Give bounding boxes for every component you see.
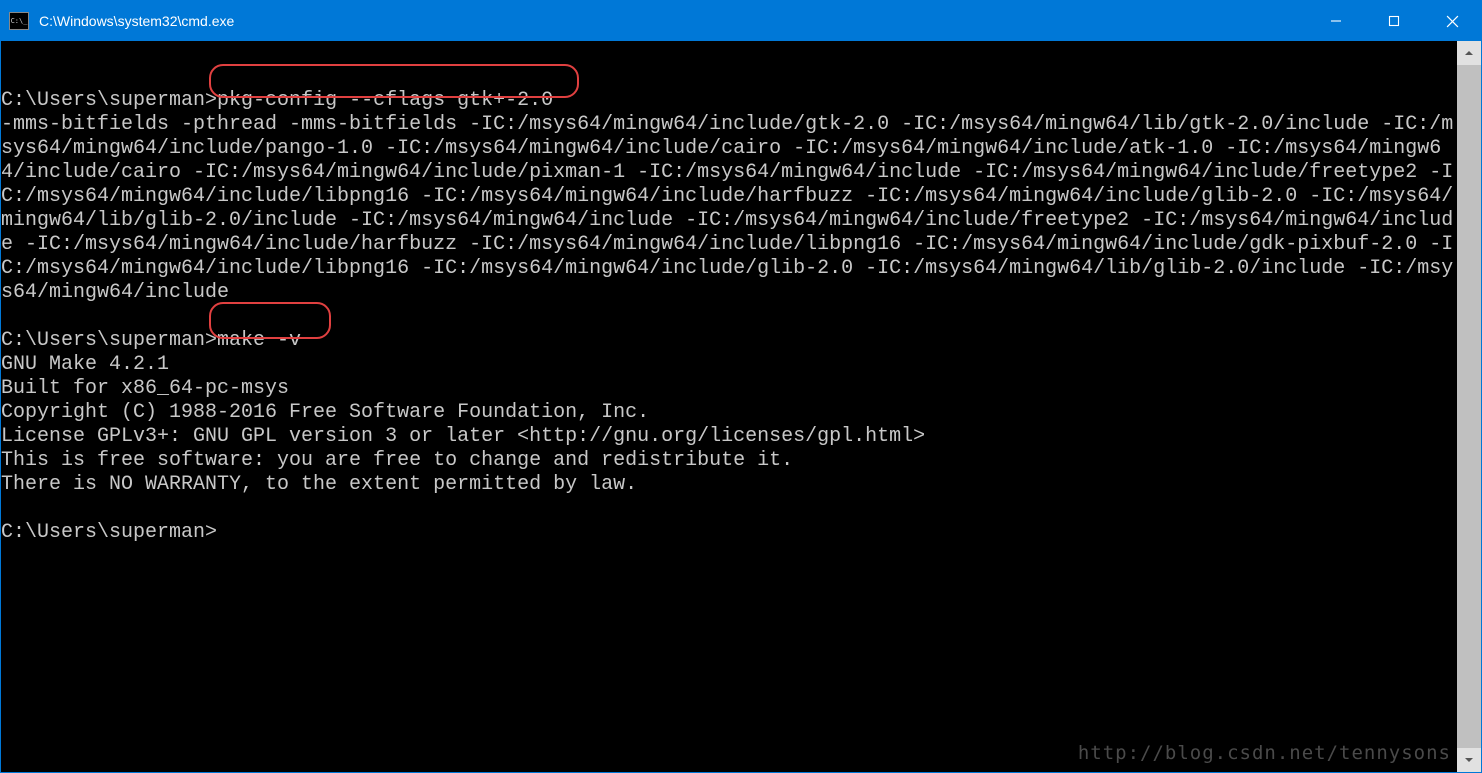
terminal-output[interactable]: C:\Users\superman>pkg-config --cflags gt… xyxy=(1,41,1457,772)
command-text: make -v xyxy=(217,329,301,352)
command-text: pkg-config --cflags gtk+-2.0 xyxy=(217,89,553,112)
chevron-down-icon xyxy=(1464,755,1474,765)
minimize-button[interactable] xyxy=(1307,1,1365,41)
scroll-down-button[interactable] xyxy=(1457,748,1481,772)
output-text: License GPLv3+: GNU GPL version 3 or lat… xyxy=(1,425,925,448)
titlebar-left: C:\Windows\system32\cmd.exe xyxy=(9,12,234,30)
output-text: There is NO WARRANTY, to the extent perm… xyxy=(1,473,637,496)
scroll-thumb[interactable] xyxy=(1457,65,1481,748)
prompt: C:\Users\superman> xyxy=(1,329,217,352)
output-text: This is free software: you are free to c… xyxy=(1,449,793,472)
cmd-icon xyxy=(9,12,29,30)
maximize-icon xyxy=(1388,15,1400,27)
window-buttons xyxy=(1307,1,1481,41)
output-text: GNU Make 4.2.1 xyxy=(1,353,169,376)
output-text: Copyright (C) 1988-2016 Free Software Fo… xyxy=(1,401,649,424)
scroll-up-button[interactable] xyxy=(1457,41,1481,65)
vertical-scrollbar[interactable] xyxy=(1457,41,1481,772)
maximize-button[interactable] xyxy=(1365,1,1423,41)
chevron-up-icon xyxy=(1464,48,1474,58)
client-area: C:\Users\superman>pkg-config --cflags gt… xyxy=(1,41,1481,772)
output-text: Built for x86_64-pc-msys xyxy=(1,377,289,400)
window-title: C:\Windows\system32\cmd.exe xyxy=(39,13,234,29)
prompt: C:\Users\superman> xyxy=(1,521,217,544)
prompt: C:\Users\superman> xyxy=(1,89,217,112)
close-button[interactable] xyxy=(1423,1,1481,41)
output-text: -mms-bitfields -pthread -mms-bitfields -… xyxy=(1,113,1453,304)
scroll-track[interactable] xyxy=(1457,65,1481,748)
close-icon xyxy=(1446,15,1459,28)
titlebar[interactable]: C:\Windows\system32\cmd.exe xyxy=(1,1,1481,41)
minimize-icon xyxy=(1330,15,1342,27)
cmd-window: C:\Windows\system32\cmd.exe C:\Users\sup… xyxy=(0,0,1482,773)
